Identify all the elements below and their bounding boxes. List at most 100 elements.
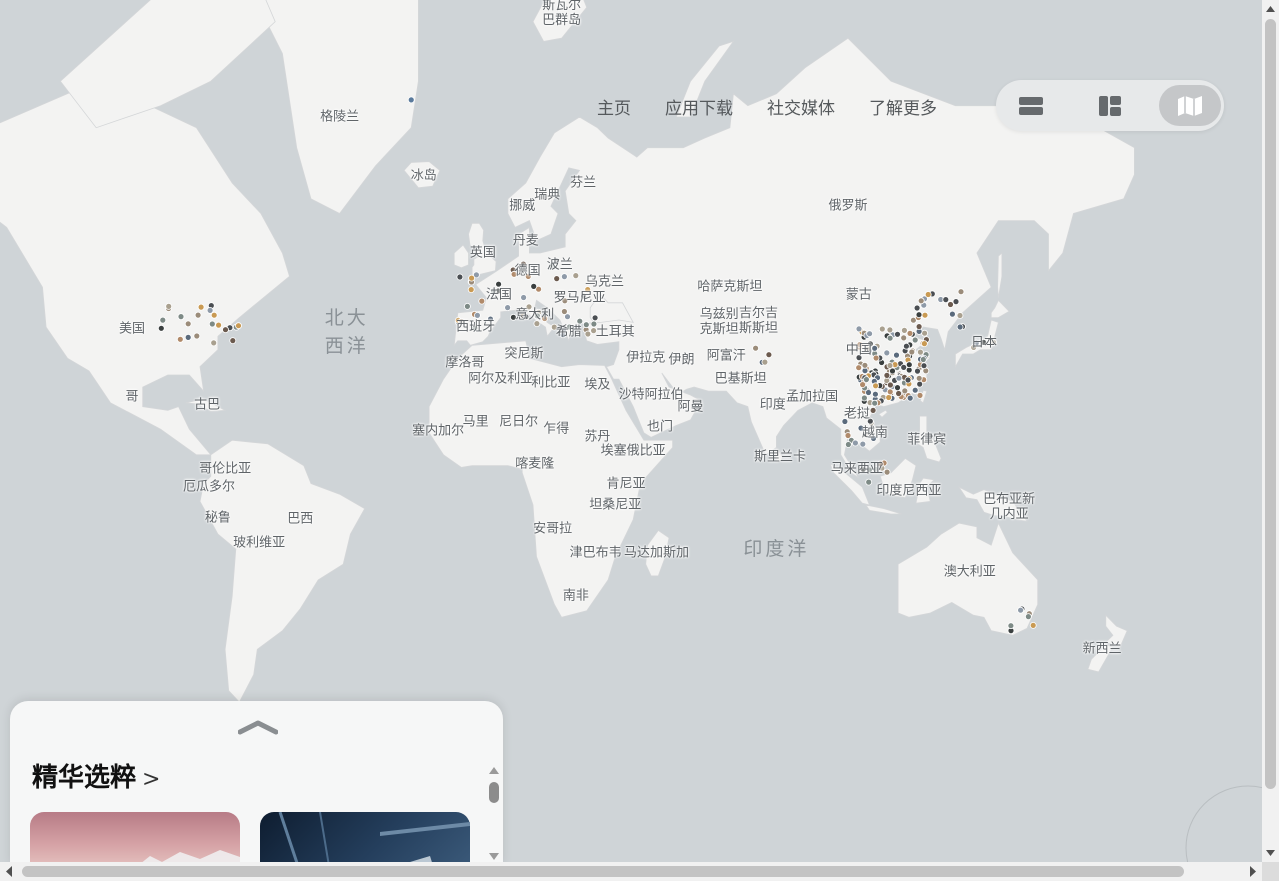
nav-social-media-link[interactable]: 社交媒体 xyxy=(767,94,835,119)
nav-home-link[interactable]: 主页 xyxy=(597,94,631,119)
photo-pin[interactable] xyxy=(924,291,932,298)
photo-pin[interactable] xyxy=(914,367,921,375)
photo-pin[interactable] xyxy=(865,478,873,486)
photo-pin[interactable] xyxy=(761,358,769,366)
photo-pin[interactable] xyxy=(886,388,894,396)
photo-pin[interactable] xyxy=(952,298,960,306)
photo-pin[interactable] xyxy=(878,325,886,333)
photo-pin[interactable] xyxy=(177,313,185,321)
photo-pin[interactable] xyxy=(206,306,214,314)
photo-pin[interactable] xyxy=(916,380,924,388)
photo-pin[interactable] xyxy=(210,339,218,347)
scroll-up-arrow-icon[interactable] xyxy=(1262,0,1279,19)
photo-pin[interactable] xyxy=(911,386,919,394)
photo-pin[interactable] xyxy=(872,382,879,390)
photo-pin[interactable] xyxy=(859,381,866,389)
photo-pin[interactable] xyxy=(530,282,538,290)
photo-pin[interactable] xyxy=(478,297,486,305)
photo-pin[interactable] xyxy=(920,362,928,370)
photo-pin[interactable] xyxy=(861,394,868,402)
photo-pin[interactable] xyxy=(886,362,894,369)
photo-pin[interactable] xyxy=(520,294,527,301)
photo-pin[interactable] xyxy=(855,325,863,333)
photo-pin[interactable] xyxy=(904,376,912,384)
photo-pin[interactable] xyxy=(942,296,950,304)
photo-pin[interactable] xyxy=(886,326,894,334)
photo-pin[interactable] xyxy=(1017,606,1024,614)
photo-pin[interactable] xyxy=(229,337,237,345)
photo-pin[interactable] xyxy=(915,374,923,382)
horizontal-scrollbar[interactable] xyxy=(0,862,1262,881)
grid-view-button[interactable] xyxy=(1079,85,1141,126)
vertical-scrollbar[interactable] xyxy=(1262,0,1279,862)
map-view-button[interactable] xyxy=(1159,85,1221,126)
photo-pin[interactable] xyxy=(572,272,580,280)
photo-pin[interactable] xyxy=(495,280,503,288)
photo-pin[interactable] xyxy=(913,304,921,312)
photo-pin[interactable] xyxy=(193,332,201,340)
photo-pin[interactable] xyxy=(883,349,891,357)
photo-pin[interactable] xyxy=(900,363,908,371)
photo-pin[interactable] xyxy=(901,326,908,334)
photo-pin[interactable] xyxy=(473,311,481,319)
photo-pin[interactable] xyxy=(215,321,223,329)
vertical-scroll-thumb[interactable] xyxy=(1265,19,1276,789)
featured-card-architecture-photo[interactable] xyxy=(260,811,470,866)
scroll-down-arrow-icon[interactable] xyxy=(1262,843,1279,862)
photo-pin[interactable] xyxy=(752,344,759,352)
photo-pin[interactable] xyxy=(956,323,964,331)
photo-pin[interactable] xyxy=(591,314,599,322)
photo-pin[interactable] xyxy=(921,311,929,319)
photo-pin[interactable] xyxy=(872,390,879,398)
photo-pin[interactable] xyxy=(956,312,964,319)
photo-pin[interactable] xyxy=(915,311,923,319)
photo-pin[interactable] xyxy=(893,351,900,359)
photo-pin[interactable] xyxy=(895,390,902,397)
featured-card-mountain-photo[interactable] xyxy=(30,812,240,866)
photo-pin[interactable] xyxy=(504,304,512,312)
scroll-left-arrow-icon[interactable] xyxy=(0,862,19,881)
photo-pin[interactable] xyxy=(553,275,561,283)
photo-pin[interactable] xyxy=(906,329,914,337)
featured-title-link[interactable]: 精华选粹 > xyxy=(32,757,160,794)
photo-pin[interactable] xyxy=(208,320,216,328)
photo-pin[interactable] xyxy=(584,330,592,338)
photo-pin[interactable] xyxy=(863,376,870,383)
photo-pin[interactable] xyxy=(582,321,590,329)
horizontal-scroll-thumb[interactable] xyxy=(22,866,1184,877)
photo-pin[interactable] xyxy=(468,274,476,282)
photo-pin[interactable] xyxy=(886,334,894,342)
scroll-right-arrow-icon[interactable] xyxy=(1243,862,1262,881)
photo-pin[interactable] xyxy=(194,311,202,319)
photo-pin[interactable] xyxy=(957,288,965,296)
photo-pin[interactable] xyxy=(889,367,896,375)
photo-pin[interactable] xyxy=(159,316,167,324)
photo-pin[interactable] xyxy=(407,96,415,104)
nav-learn-more-link[interactable]: 了解更多 xyxy=(869,94,937,119)
panel-expand-handle[interactable] xyxy=(237,719,279,735)
photo-pin[interactable] xyxy=(903,342,910,350)
photo-pin[interactable] xyxy=(1007,622,1015,630)
photo-pin[interactable] xyxy=(885,394,893,401)
photo-pin[interactable] xyxy=(165,302,173,310)
nav-app-download-link[interactable]: 应用下载 xyxy=(665,94,733,119)
list-view-button[interactable] xyxy=(1000,85,1062,126)
photo-pin[interactable] xyxy=(561,308,568,315)
photo-pin[interactable] xyxy=(921,329,928,337)
photo-pin[interactable] xyxy=(561,273,568,281)
photo-pin[interactable] xyxy=(921,340,928,348)
photo-pin[interactable] xyxy=(872,354,880,362)
photo-pin[interactable] xyxy=(949,310,956,318)
photo-pin[interactable] xyxy=(467,286,475,294)
photo-pin[interactable] xyxy=(895,374,903,382)
photo-pin[interactable] xyxy=(894,384,901,392)
photo-pin[interactable] xyxy=(184,333,192,341)
photo-pin[interactable] xyxy=(184,320,192,328)
photo-pin[interactable] xyxy=(919,356,927,363)
photo-pin[interactable] xyxy=(456,273,464,281)
photo-pin[interactable] xyxy=(883,468,891,476)
photo-pin[interactable] xyxy=(222,326,229,334)
photo-pin[interactable] xyxy=(908,348,916,356)
photo-pin[interactable] xyxy=(906,394,914,402)
photo-pin[interactable] xyxy=(157,324,165,332)
